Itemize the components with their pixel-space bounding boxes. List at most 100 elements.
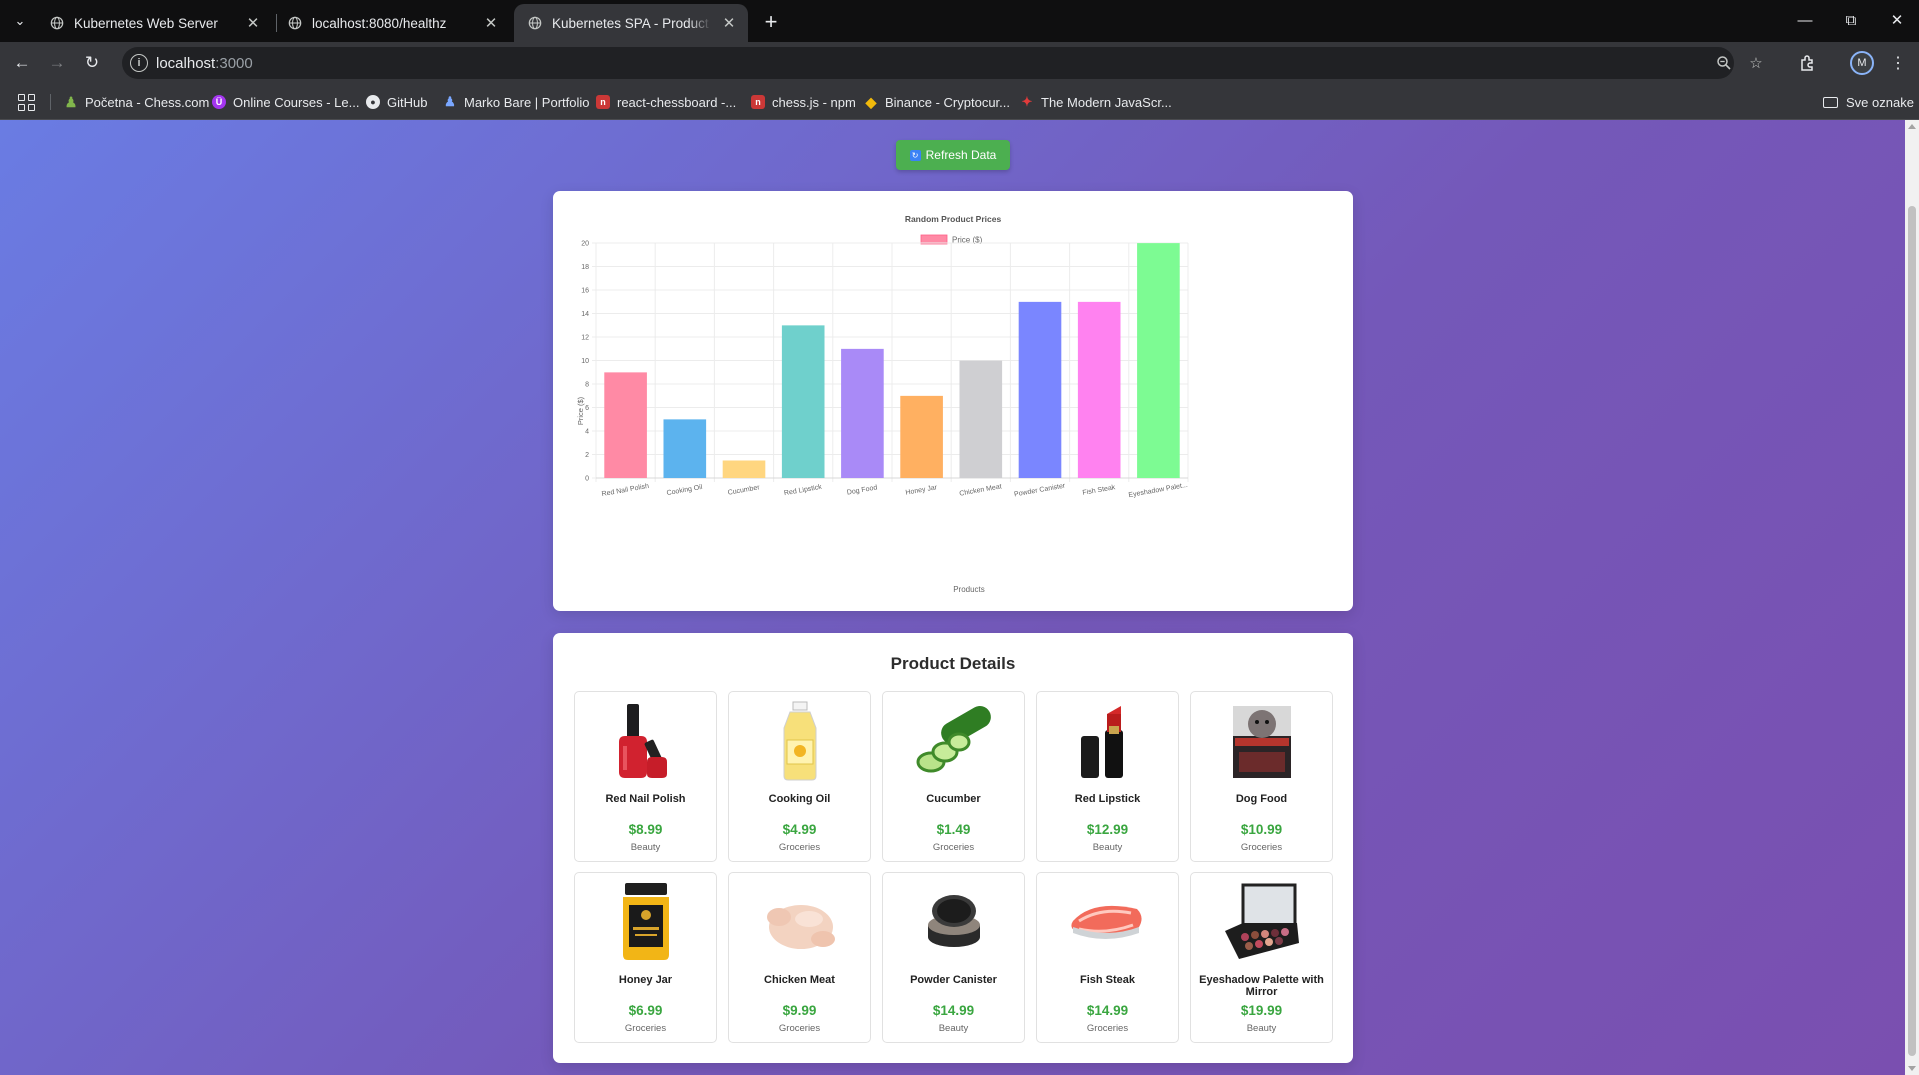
x-tick-label: Chicken Meat — [959, 483, 1002, 497]
bar[interactable] — [604, 372, 647, 478]
y-tick-label: 8 — [585, 382, 589, 389]
bookmark-portfolio[interactable]: ♟ Marko Bare | Portfolio — [443, 92, 589, 112]
tab-title: localhost:8080/healthz — [312, 15, 447, 31]
reload-icon: ↻ — [84, 53, 100, 72]
cucumber-icon — [913, 700, 995, 782]
tab-healthz[interactable]: localhost:8080/healthz ✕ — [274, 4, 510, 42]
zoom-icon[interactable] — [1714, 53, 1734, 73]
apps-grid-icon[interactable] — [16, 92, 36, 112]
bookmark-binance[interactable]: ◆ Binance - Cryptocur... — [864, 92, 1010, 112]
site-info-icon[interactable]: i — [130, 54, 148, 72]
y-tick-label: 0 — [585, 476, 589, 483]
scrollbar-thumb[interactable] — [1908, 206, 1916, 1056]
product-card[interactable]: Fish Steak $14.99 Groceries — [1036, 872, 1179, 1043]
bookmark-modern-js[interactable]: ✦ The Modern JavaScr... — [1020, 92, 1172, 112]
product-card[interactable]: Dog Food $10.99 Groceries — [1190, 691, 1333, 862]
chicken-icon — [759, 881, 841, 963]
chevron-down-icon: ⌄ — [14, 13, 26, 28]
profile-avatar[interactable]: M — [1850, 51, 1874, 75]
y-tick-label: 20 — [581, 241, 589, 248]
scroll-down-arrow-icon[interactable] — [1908, 1066, 1916, 1071]
x-tick-label: Cucumber — [727, 484, 761, 497]
lipstick-icon — [1067, 700, 1149, 782]
reload-button[interactable]: ↻ — [78, 49, 106, 77]
bookmark-react-chessboard[interactable]: n react-chessboard -... — [596, 92, 736, 112]
bookmarks-bar: ♟ Početna - Chess.com Ü Online Courses - L… — [0, 84, 1919, 120]
bar[interactable] — [959, 360, 1003, 478]
tab-title: Kubernetes Web Server — [74, 15, 218, 31]
x-axis-label: Products — [953, 585, 985, 594]
product-name: Eyeshadow Palette with Mirror — [1199, 974, 1324, 998]
url-text[interactable]: localhost:3000 — [156, 55, 253, 72]
udemy-icon: Ü — [212, 95, 226, 109]
product-card[interactable]: Red Lipstick $12.99 Beauty — [1036, 691, 1179, 862]
product-card[interactable]: Cooking Oil $4.99 Groceries — [728, 691, 871, 862]
tab-kubernetes-web-server[interactable]: Kubernetes Web Server ✕ — [36, 4, 272, 42]
bookmark-star-icon[interactable]: ☆ — [1746, 53, 1766, 73]
minimize-button[interactable]: — — [1782, 0, 1828, 40]
y-tick-label: 2 — [585, 452, 589, 459]
chart-title: Random Product Prices — [905, 214, 1002, 224]
scroll-up-arrow-icon[interactable] — [1908, 124, 1916, 129]
forward-button[interactable]: → — [43, 49, 71, 77]
bar[interactable] — [900, 395, 943, 478]
close-window-button[interactable]: ✕ — [1874, 0, 1919, 40]
person-icon: ♟ — [444, 94, 456, 109]
close-icon[interactable]: ✕ — [482, 14, 500, 32]
chess-pawn-icon: ♟ — [64, 93, 78, 110]
bar[interactable] — [841, 348, 884, 478]
address-bar[interactable]: i localhost:3000 ☆ — [122, 47, 1763, 79]
tab-title: Kubernetes SPA - Product Dashboard — [552, 15, 712, 31]
kebab-menu-icon[interactable]: ⋮ — [1886, 51, 1910, 75]
page-scrollbar[interactable] — [1905, 120, 1919, 1075]
product-card[interactable]: Powder Canister $14.99 Beauty — [882, 872, 1025, 1043]
refresh-label: Refresh Data — [925, 148, 997, 162]
bookmark-chess[interactable]: ♟ Početna - Chess.com — [64, 92, 210, 112]
product-price: $14.99 — [932, 1003, 975, 1018]
product-card[interactable]: Honey Jar $6.99 Groceries — [574, 872, 717, 1043]
y-tick-label: 6 — [585, 405, 589, 412]
close-icon[interactable]: ✕ — [244, 14, 262, 32]
arrow-left-icon: ← — [13, 53, 31, 72]
bar[interactable] — [1137, 243, 1180, 478]
refresh-data-button[interactable]: ↻ Refresh Data — [896, 140, 1010, 170]
bar[interactable] — [1077, 301, 1121, 478]
globe-icon — [288, 16, 302, 30]
restore-button[interactable]: ⧉ — [1828, 0, 1874, 40]
back-button[interactable]: ← — [8, 49, 36, 77]
bookmark-github[interactable]: ● GitHub — [366, 92, 427, 112]
product-card[interactable]: Red Nail Polish $8.99 Beauty — [574, 691, 717, 862]
product-card[interactable]: Chicken Meat $9.99 Groceries — [728, 872, 871, 1043]
product-name: Red Nail Polish — [605, 793, 686, 805]
bar[interactable] — [1018, 301, 1062, 478]
extensions-icon[interactable] — [1796, 51, 1820, 75]
product-name: Honey Jar — [618, 974, 673, 986]
product-category: Beauty — [1246, 1023, 1277, 1034]
product-category: Groceries — [778, 842, 821, 853]
product-card[interactable]: Cucumber $1.49 Groceries — [882, 691, 1025, 862]
y-tick-label: 12 — [581, 335, 589, 342]
globe-icon — [50, 16, 64, 30]
bookmark-chessjs[interactable]: n chess.js - npm — [751, 92, 856, 112]
product-name: Cucumber — [926, 793, 981, 805]
product-price: $8.99 — [628, 822, 663, 837]
product-name: Chicken Meat — [764, 974, 835, 986]
bar[interactable] — [781, 325, 825, 478]
bar[interactable] — [722, 460, 766, 478]
tab-search-button[interactable]: ⌄ — [8, 9, 32, 33]
y-tick-label: 10 — [581, 358, 589, 365]
product-price: $12.99 — [1086, 822, 1129, 837]
new-tab-button[interactable]: + — [758, 9, 784, 35]
x-tick-label: Red Nail Polish — [601, 483, 649, 498]
all-bookmarks-folder[interactable]: Sve oznake — [1823, 92, 1914, 112]
close-icon[interactable]: ✕ — [720, 14, 738, 32]
bookmark-udemy[interactable]: Ü Online Courses - Le... — [212, 92, 359, 112]
nail-polish-icon — [605, 700, 687, 782]
bar[interactable] — [663, 419, 707, 478]
product-price: $10.99 — [1240, 822, 1283, 837]
powder-compact-icon — [913, 881, 995, 963]
y-tick-label: 18 — [581, 264, 589, 271]
npm-icon: n — [596, 95, 610, 109]
tab-product-dashboard[interactable]: Kubernetes SPA - Product Dashboard ✕ — [514, 4, 748, 42]
product-card[interactable]: Eyeshadow Palette with Mirror $19.99 Beaut… — [1190, 872, 1333, 1043]
